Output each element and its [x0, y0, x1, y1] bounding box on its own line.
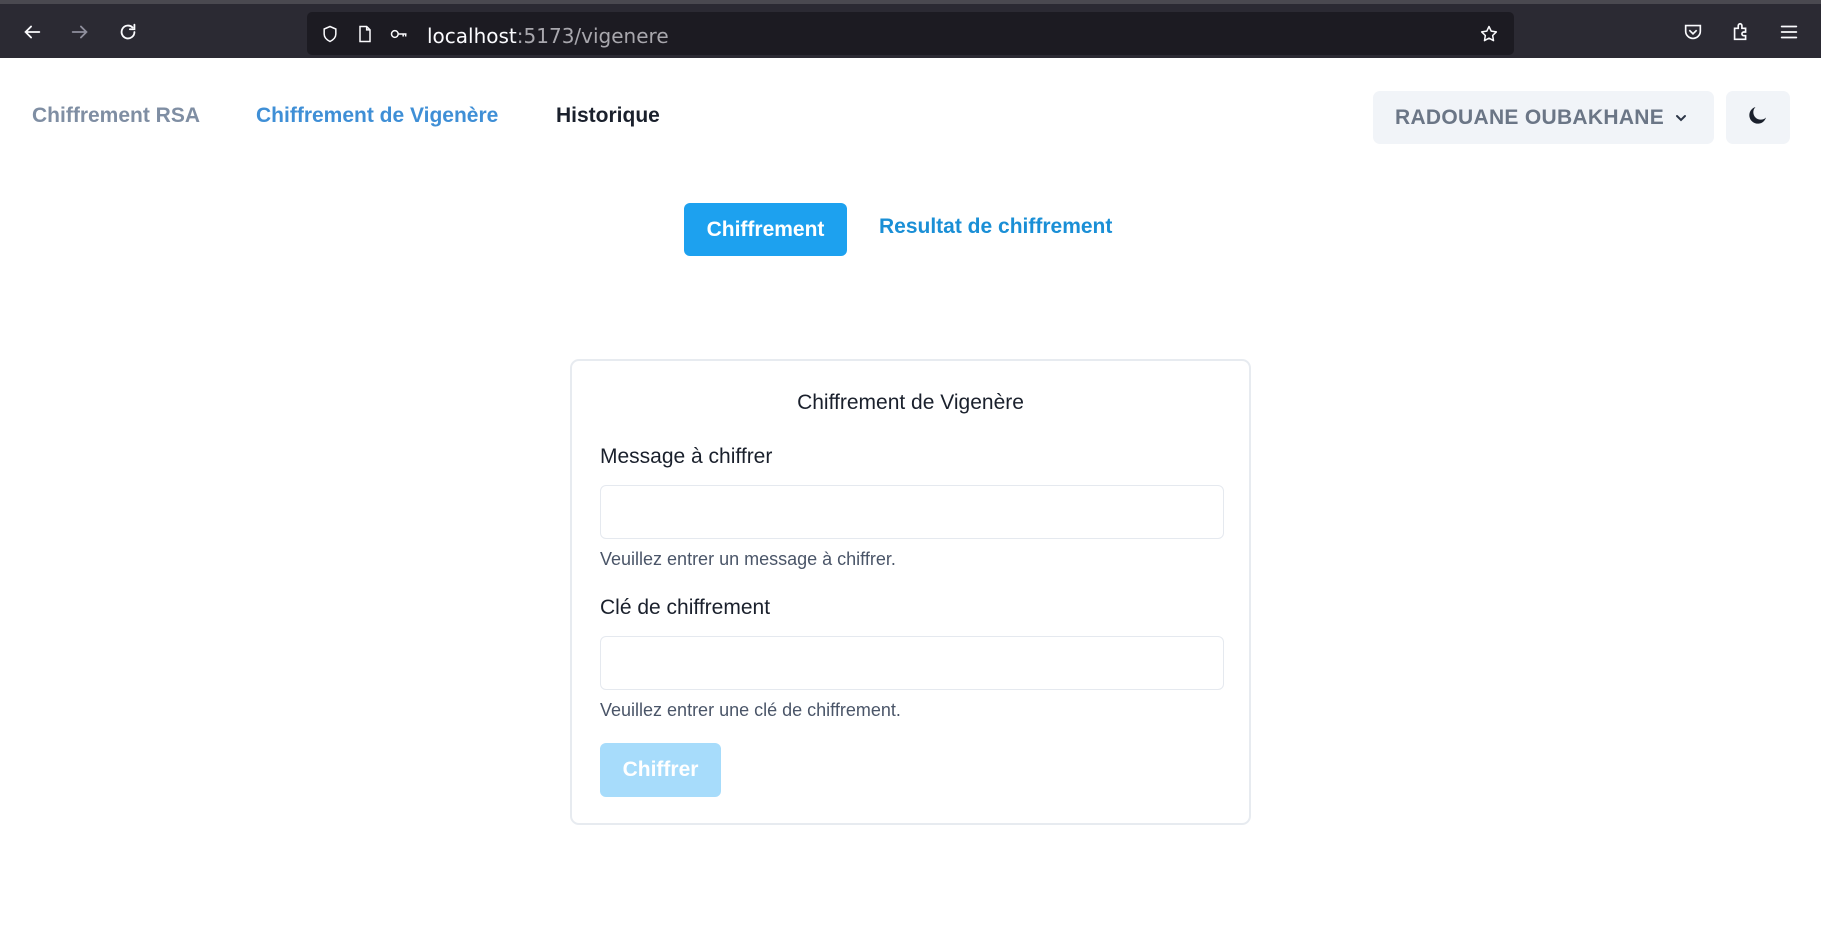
url-path: :5173/vigenere: [516, 24, 669, 48]
shield-icon[interactable]: [318, 22, 342, 46]
key-icon[interactable]: [387, 22, 411, 46]
url-text[interactable]: localhost:5173/vigenere: [427, 24, 669, 48]
browser-toolbar: localhost:5173/vigenere: [0, 0, 1821, 58]
user-menu-button[interactable]: RADOUANE OUBAKHANE: [1373, 91, 1714, 144]
nav-link-vigenere[interactable]: Chiffrement de Vigenère: [256, 104, 498, 128]
message-label: Message à chiffrer: [600, 445, 773, 468]
key-help-text: Veuillez entrer une clé de chiffrement.: [600, 700, 901, 720]
form-title: Chiffrement de Vigenère: [797, 391, 1024, 414]
page-icon[interactable]: [353, 22, 377, 46]
moon-icon: [1746, 103, 1770, 132]
chevron-down-icon: [1674, 111, 1688, 125]
extensions-icon[interactable]: [1727, 18, 1755, 46]
back-arrow-icon[interactable]: [18, 18, 46, 46]
message-input[interactable]: [600, 485, 1224, 539]
chiffrer-button[interactable]: Chiffrer: [600, 743, 721, 797]
pocket-icon[interactable]: [1679, 18, 1707, 46]
url-host: localhost: [427, 24, 517, 48]
menu-icon[interactable]: [1775, 18, 1803, 46]
reload-icon[interactable]: [114, 18, 142, 46]
message-help-text: Veuillez entrer un message à chiffrer.: [600, 549, 896, 569]
forward-arrow-icon[interactable]: [66, 18, 94, 46]
user-name: RADOUANE OUBAKHANE: [1395, 105, 1665, 129]
address-bar[interactable]: localhost:5173/vigenere: [307, 12, 1514, 55]
key-label: Clé de chiffrement: [600, 596, 771, 619]
nav-link-historique[interactable]: Historique: [556, 104, 660, 128]
tab-resultat[interactable]: Resultat de chiffrement: [879, 215, 1112, 239]
tab-chiffrement[interactable]: Chiffrement: [684, 203, 847, 256]
bookmark-star-icon[interactable]: [1477, 22, 1501, 46]
vigenere-form-card: Chiffrement de Vigenère Message à chiffr…: [570, 359, 1251, 825]
key-input[interactable]: [600, 636, 1224, 690]
theme-toggle-button[interactable]: [1726, 91, 1790, 144]
nav-link-rsa[interactable]: Chiffrement RSA: [32, 104, 200, 128]
